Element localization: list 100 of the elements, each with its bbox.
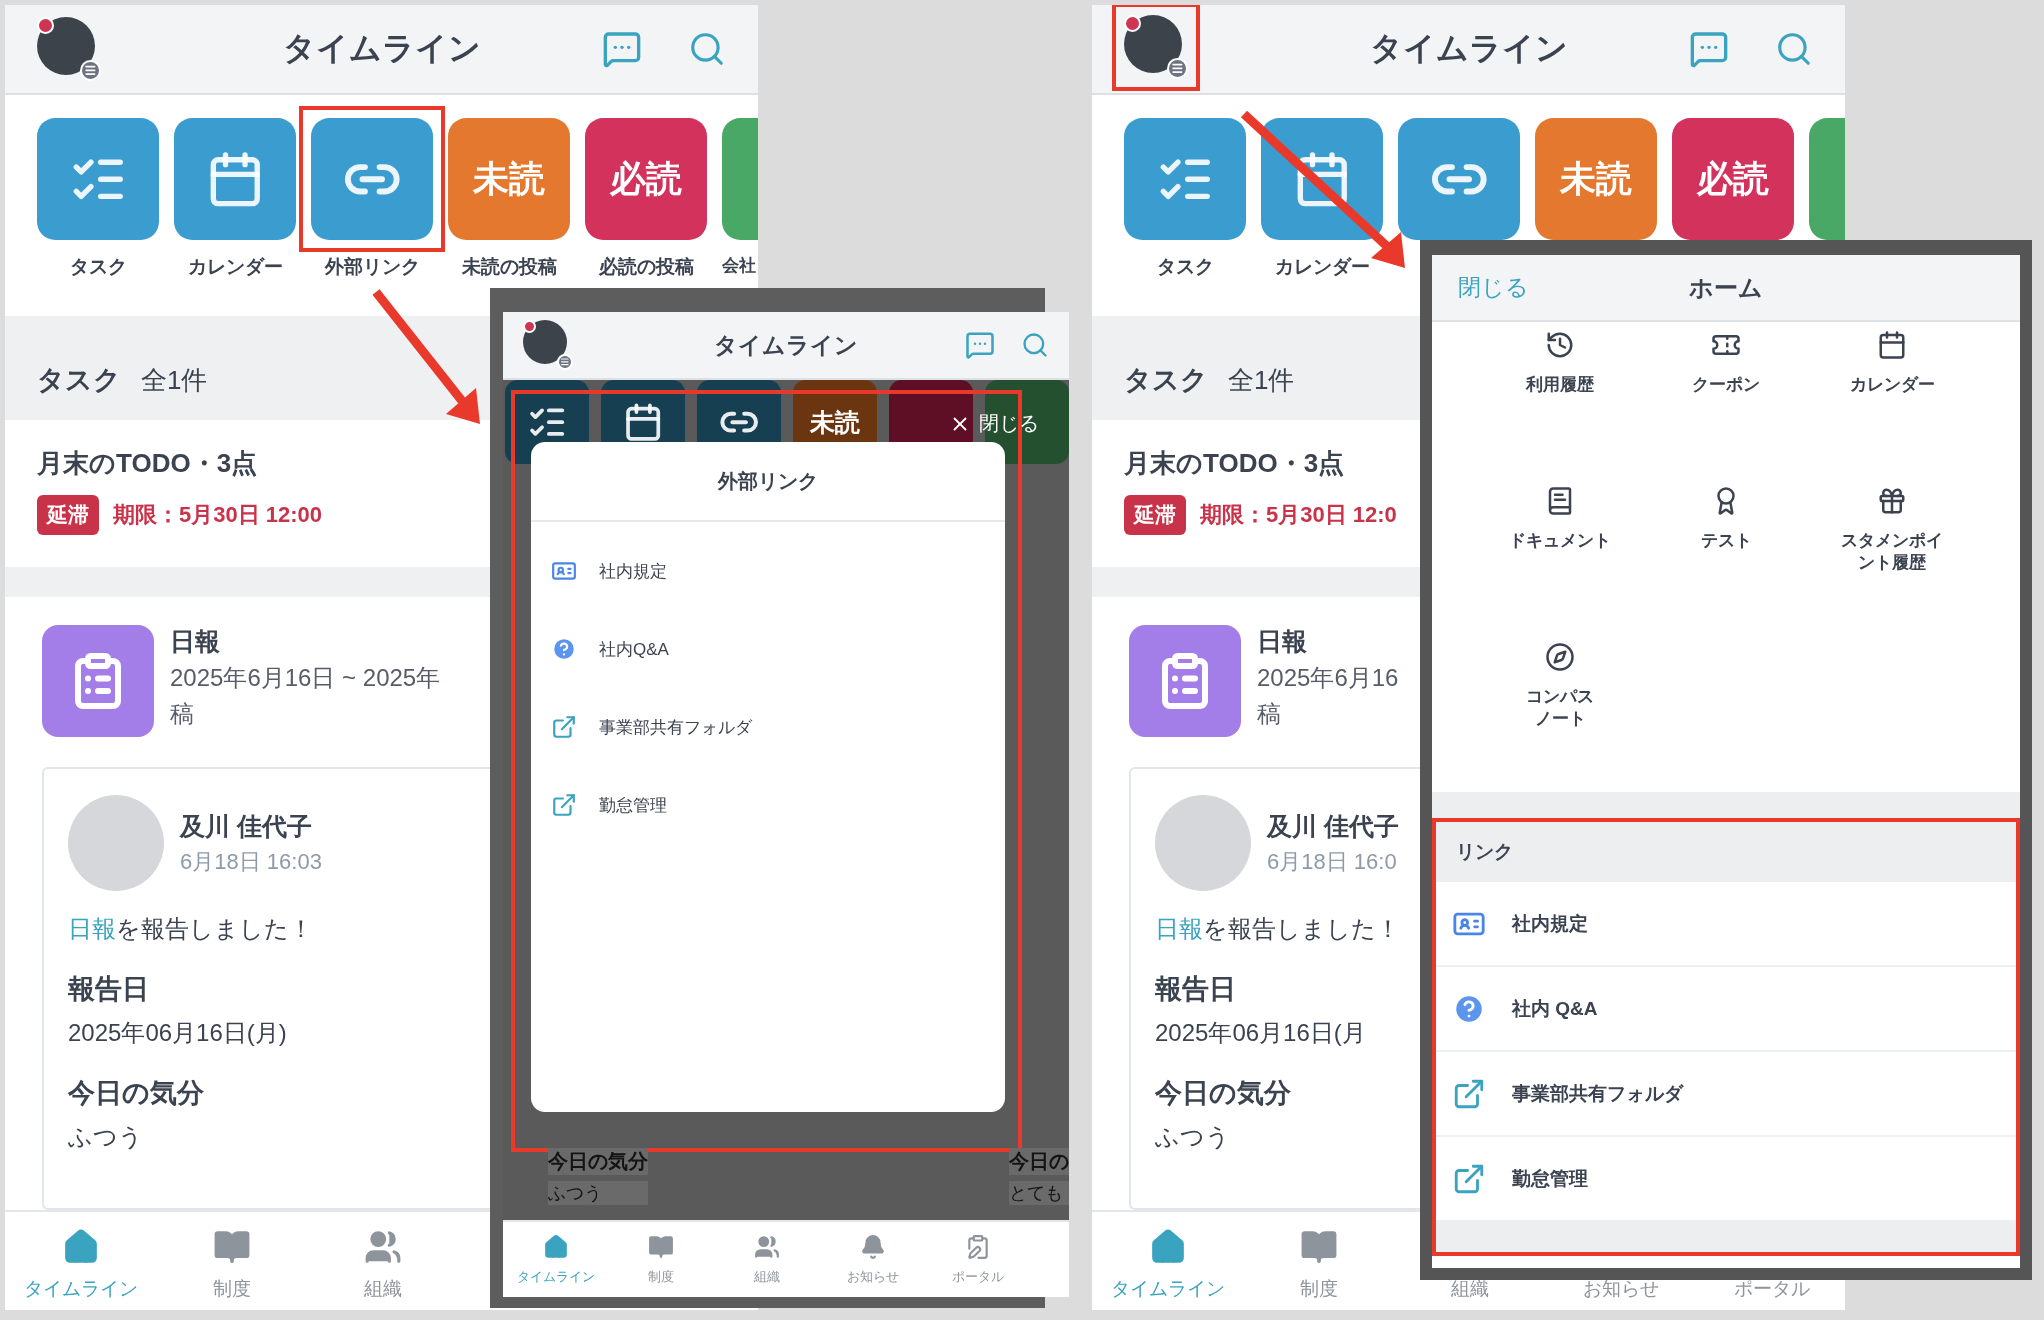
search-icon[interactable]: [1775, 30, 1813, 68]
link-item[interactable]: 社内規定: [531, 532, 1005, 610]
menu-item[interactable]: クーポン: [1666, 330, 1786, 397]
tile-text: 未読: [473, 156, 545, 201]
shortcut-tile[interactable]: 必読: [1672, 118, 1794, 240]
shortcut-tile[interactable]: [37, 118, 159, 240]
tile-label: タスク: [1156, 255, 1214, 279]
chat-icon[interactable]: [602, 29, 642, 69]
field-value: 2025年06月16日(月): [68, 1018, 288, 1048]
tile-label: 必読の投稿: [598, 255, 694, 279]
search-icon[interactable]: [688, 30, 726, 68]
menu-item[interactable]: 利用履歴: [1500, 330, 1620, 397]
compass-icon: [1545, 642, 1575, 672]
people-icon: [363, 1228, 402, 1266]
link-item[interactable]: 事業部共有フォルダ: [531, 688, 1005, 766]
post-message: 日報を報告しました！: [68, 914, 314, 944]
avatar-placeholder[interactable]: [37, 17, 95, 75]
report-title: 日報: [1257, 626, 1308, 657]
task-count: 全1件: [141, 364, 208, 397]
shortcut-tile[interactable]: [1124, 118, 1246, 240]
link-label: 勤怠管理: [1512, 1166, 1588, 1191]
tile-text: 必読: [1697, 156, 1769, 201]
author-name: 及川 佳代子: [180, 810, 313, 842]
avatar-placeholder[interactable]: [523, 320, 567, 364]
menu-item[interactable]: テスト: [1666, 486, 1786, 553]
field-value: ふつう: [1155, 1122, 1231, 1152]
avatar-placeholder[interactable]: [1124, 15, 1182, 73]
task-title[interactable]: 月末のTODO・3点: [37, 446, 458, 481]
shortcut-tile[interactable]: 必読: [585, 118, 707, 240]
menu-item[interactable]: コンパス ノート: [1500, 642, 1620, 731]
search-icon[interactable]: [1021, 331, 1049, 359]
task-title[interactable]: 月末のTODO・3点: [1124, 446, 1388, 481]
field-label: 報告日: [68, 973, 150, 1006]
shortcut-tile[interactable]: [1398, 118, 1520, 240]
menu-icon: [1167, 58, 1188, 79]
external-link-icon: [551, 714, 577, 740]
deadline-text: 期限：5月30日 12:0: [1200, 501, 1397, 529]
external-link-icon: [551, 792, 577, 818]
link-item[interactable]: 事業部共有フォルダ: [1436, 1052, 2016, 1137]
overdue-badge: 延滞: [1124, 495, 1186, 535]
section-title: リンク: [1436, 822, 2016, 882]
book-icon: [648, 1234, 675, 1260]
report-period: 稿: [170, 699, 195, 729]
field-label: 今日の: [1009, 1148, 1069, 1175]
section-title: タスク: [1124, 364, 1208, 397]
help-icon: [551, 636, 577, 662]
post-message: 日報を報告しました！: [1155, 914, 1401, 944]
history-icon: [1545, 330, 1575, 360]
tile-text: 必読: [610, 156, 682, 201]
menu-title: ホーム: [1689, 272, 1763, 303]
field-value: ふつう: [68, 1122, 144, 1152]
tile-label: カレンダー: [187, 255, 283, 279]
book-icon: [212, 1228, 251, 1266]
chat-icon[interactable]: [965, 330, 995, 360]
chat-icon[interactable]: [1689, 29, 1729, 69]
screen-title: タイムライン: [1369, 29, 1568, 68]
field-value: とても: [1009, 1181, 1069, 1205]
notification-dot: [523, 320, 537, 334]
screen-title: タイムライン: [714, 330, 858, 360]
deadline-text: 期限：5月30日 12:00: [113, 501, 323, 529]
post-time: 6月18日 16:03: [180, 847, 322, 876]
shortcut-tile[interactable]: [1261, 118, 1383, 240]
shortcut-tile[interactable]: [311, 118, 433, 240]
home-icon: [542, 1234, 569, 1260]
task-count: 全1件: [1228, 364, 1295, 397]
report-period: 2025年6月16: [1257, 663, 1399, 693]
link-item[interactable]: 社内Q&A: [531, 610, 1005, 688]
book-icon: [1299, 1228, 1338, 1266]
link-label: 社内 Q&A: [1512, 996, 1598, 1021]
tile-label: 会社: [722, 255, 756, 277]
notification-dot: [37, 17, 55, 35]
link-item[interactable]: 勤怠管理: [531, 766, 1005, 844]
screen-title: タイムライン: [282, 29, 481, 68]
report-period: 2025年6月16日 ~ 2025年: [170, 663, 441, 693]
link-item[interactable]: 社内 Q&A: [1436, 967, 2016, 1052]
menu-icon: [80, 60, 101, 81]
author-name: 及川 佳代子: [1267, 810, 1399, 842]
tile-text: 未読: [1560, 156, 1632, 201]
shortcut-tile[interactable]: [174, 118, 296, 240]
menu-item[interactable]: カレンダー: [1832, 330, 1952, 397]
menu-item[interactable]: スタメンポイ ント履歴: [1832, 486, 1952, 575]
tile-label: 未読の投稿: [461, 255, 557, 279]
bell-icon: [859, 1234, 886, 1260]
overdue-badge: 延滞: [37, 495, 99, 535]
link-label: 社内規定: [599, 560, 667, 583]
tile-label: 外部リンク: [324, 255, 420, 279]
report-title: 日報: [170, 626, 221, 657]
link-label: 社内規定: [1512, 911, 1588, 936]
tile-label: タスク: [69, 255, 127, 279]
modal-title: 外部リンク: [531, 442, 1005, 522]
link-label: 勤怠管理: [599, 794, 667, 817]
section-title: タスク: [37, 364, 121, 397]
field-label: 報告日: [1155, 973, 1237, 1006]
link-item[interactable]: 社内規定: [1436, 882, 2016, 967]
field-label: 今日の気分: [1155, 1077, 1292, 1110]
field-label: 今日の気分: [68, 1077, 205, 1110]
post-time: 6月18日 16:0: [1267, 847, 1398, 876]
link-label: 社内Q&A: [599, 638, 669, 661]
link-label: 事業部共有フォルダ: [1512, 1081, 1683, 1106]
menu-item[interactable]: ドキュメント: [1500, 486, 1620, 553]
